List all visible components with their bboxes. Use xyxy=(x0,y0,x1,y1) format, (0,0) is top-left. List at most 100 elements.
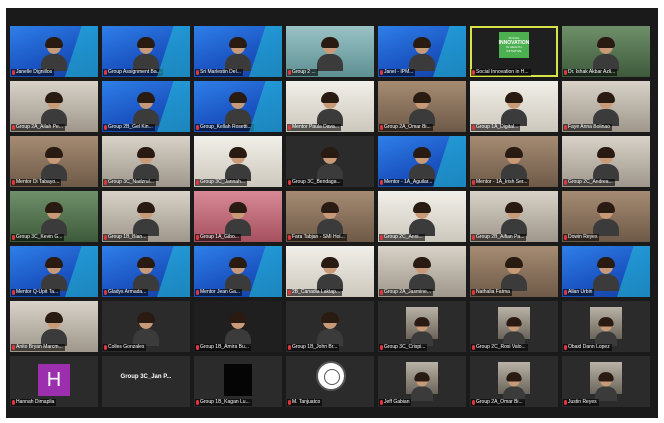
participant-name: Janel - IPM... xyxy=(384,69,414,75)
participant-name-tag: Group 1A_Gibo... xyxy=(195,234,241,241)
participant-tile[interactable]: Group 3C_Nadzrul... xyxy=(102,136,190,187)
participant-tile[interactable]: Group 3C_Crispi... xyxy=(378,301,466,352)
participant-tile[interactable]: Group 2 ... xyxy=(286,26,374,77)
participant-tile[interactable]: Dr. Ishak Akbar Azli... xyxy=(562,26,650,77)
participant-tile[interactable]: Gladys Armada... xyxy=(102,246,190,297)
hair-shape xyxy=(229,37,247,48)
participant-tile[interactable]: Group 2A_Allah Pe... xyxy=(10,81,98,132)
participant-name-tag: Group 3C_Jannah... xyxy=(195,179,248,186)
participant-tile[interactable]: Allan Urbin xyxy=(562,246,650,297)
hair-shape xyxy=(229,257,247,268)
participant-tile[interactable]: Justin Reyes xyxy=(562,356,650,407)
participant-video xyxy=(225,312,251,346)
hair-shape xyxy=(45,257,63,268)
participant-tile[interactable]: Faye Anna Bolinao xyxy=(562,81,650,132)
participant-tile[interactable]: Group 1A_Digital... xyxy=(470,81,558,132)
participant-tile[interactable]: Group 1B_Blan... xyxy=(102,191,190,242)
hair-shape xyxy=(597,92,615,103)
participant-tile[interactable]: Group 2A_Omar Bi... xyxy=(378,81,466,132)
participant-name-tag: Group_Kellah Rosetti... xyxy=(195,124,254,131)
participant-video xyxy=(593,202,619,236)
participant-tile[interactable]: Dowin Reyes xyxy=(562,191,650,242)
participant-video xyxy=(409,202,435,236)
hair-shape xyxy=(137,312,155,323)
muted-mic-icon xyxy=(12,70,15,75)
muted-mic-icon xyxy=(12,400,15,405)
participant-name-tag: Mentor Jean Ga... xyxy=(195,289,243,296)
participant-tile[interactable]: SOCIAL INNOVATION IN HEALTH INITIATIVE Socia… xyxy=(470,26,558,77)
muted-mic-icon xyxy=(12,180,15,185)
participant-tile[interactable]: Group 1A_Gibo... xyxy=(194,191,282,242)
hair-shape xyxy=(321,202,339,213)
participant-tile[interactable]: Group 2A_Omar Bi... xyxy=(470,356,558,407)
hair-shape xyxy=(45,147,63,158)
participant-tile[interactable]: Nathalia Fatma xyxy=(470,246,558,297)
participant-video xyxy=(133,257,159,291)
participant-video xyxy=(501,257,527,291)
participant-tile[interactable]: Group 2B_Alfian Pa... xyxy=(470,191,558,242)
participant-name: Group 1B_Amira Bu... xyxy=(200,344,249,350)
hair-shape xyxy=(413,37,431,48)
participant-tile[interactable]: Group 3C_Bendaga... xyxy=(286,136,374,187)
participant-tile[interactable]: Fara Tabjan - SMI Hol... xyxy=(286,191,374,242)
zoom-gallery-window: Janelle Dignillos Group Assignment Ba... S… xyxy=(6,8,658,418)
participant-tile[interactable]: 2B_Canadia Laktap... xyxy=(286,246,374,297)
hair-shape xyxy=(506,317,522,327)
participant-tile[interactable]: Anito Bryan Marcm... xyxy=(10,301,98,352)
participant-tile[interactable]: Group 1B_John Br... xyxy=(286,301,374,352)
participant-tile[interactable]: Group 3C_Jan P... xyxy=(102,356,190,407)
participant-tile[interactable]: Group_Kellah Rosetti... xyxy=(194,81,282,132)
participant-name-tag: Mentor - 1A_Aguilar... xyxy=(379,179,435,186)
participant-tile[interactable]: Group 2C_Andrea... xyxy=(562,136,650,187)
hair-shape xyxy=(137,92,155,103)
hair-shape xyxy=(137,202,155,213)
participant-tile[interactable]: Group 3C_Kevin G... xyxy=(10,191,98,242)
participant-name-tag: Group 2A_Omar Bi... xyxy=(379,124,433,131)
participant-tile[interactable]: Mentor Jean Ga... xyxy=(194,246,282,297)
participant-tile[interactable]: Mentor - 1A_Aguilar... xyxy=(378,136,466,187)
participant-name: Group 2A_Omar Bi... xyxy=(476,399,523,405)
participant-video xyxy=(409,37,435,71)
participant-name-tag: Mentor - 1A_Irish Ser... xyxy=(471,179,530,186)
participant-tile[interactable]: Group 1B_Amira Bu... xyxy=(194,301,282,352)
participant-video xyxy=(133,312,159,346)
participant-tile[interactable]: Group 2B_Gel Kin... xyxy=(102,81,190,132)
participant-tile[interactable]: Mentor Paula Dava... xyxy=(286,81,374,132)
participant-tile[interactable]: Group 3C_Jannah... xyxy=(194,136,282,187)
participant-tile[interactable]: Colles Gonzales xyxy=(102,301,190,352)
participant-name-tag: Colles Gonzales xyxy=(103,344,147,351)
participant-tile[interactable]: Group 2C_Rosi Valo... xyxy=(470,301,558,352)
participant-tile[interactable]: M. Tanjuatco xyxy=(286,356,374,407)
participant-tile[interactable]: Group Assignment Ba... xyxy=(102,26,190,77)
participant-video xyxy=(593,92,619,126)
participant-video xyxy=(410,317,434,346)
participant-tile[interactable]: Obaid Dann Lopez xyxy=(562,301,650,352)
muted-mic-icon xyxy=(288,180,291,185)
muted-mic-icon xyxy=(196,235,199,240)
participant-name: Group 1A_Digital... xyxy=(476,124,519,130)
participant-video xyxy=(317,92,343,126)
muted-mic-icon xyxy=(380,345,383,350)
participant-tile[interactable]: H Hannah Dimaplia xyxy=(10,356,98,407)
participant-tile[interactable]: Sri Marlestin Del... xyxy=(194,26,282,77)
participant-tile[interactable]: Group 1B_Kagan Lu... xyxy=(194,356,282,407)
participant-name: Dowin Reyes xyxy=(568,234,598,240)
participant-tile[interactable]: Janelle Dignillos xyxy=(10,26,98,77)
participant-name-tag: Group 3C_Bendaga... xyxy=(287,179,343,186)
participant-tile[interactable]: Jeff Gabian xyxy=(378,356,466,407)
participant-tile[interactable]: Mentor - 1A_Irish Ser... xyxy=(470,136,558,187)
participant-tile[interactable]: Group 2A_Jasmine... xyxy=(378,246,466,297)
participant-name: Group 2 ... xyxy=(292,69,316,75)
participant-tile[interactable]: Group 2C_Anni... xyxy=(378,191,466,242)
participant-name: Jeff Gabian xyxy=(384,399,410,405)
participant-name: Dr. Ishak Akbar Azli... xyxy=(568,69,616,75)
participant-tile[interactable]: Mentor Di Tabayo... xyxy=(10,136,98,187)
participant-name: M. Tanjuatco xyxy=(292,399,321,405)
hair-shape xyxy=(45,92,63,103)
participant-tile[interactable]: Janel - IPM... xyxy=(378,26,466,77)
muted-mic-icon xyxy=(196,345,199,350)
hair-shape xyxy=(597,257,615,268)
participant-name-tag: Group 1A_Digital... xyxy=(471,124,521,131)
participant-tile[interactable]: Mentor Q-Upit Ta... xyxy=(10,246,98,297)
participant-name-center: Group 3C_Jan P... xyxy=(120,374,172,380)
